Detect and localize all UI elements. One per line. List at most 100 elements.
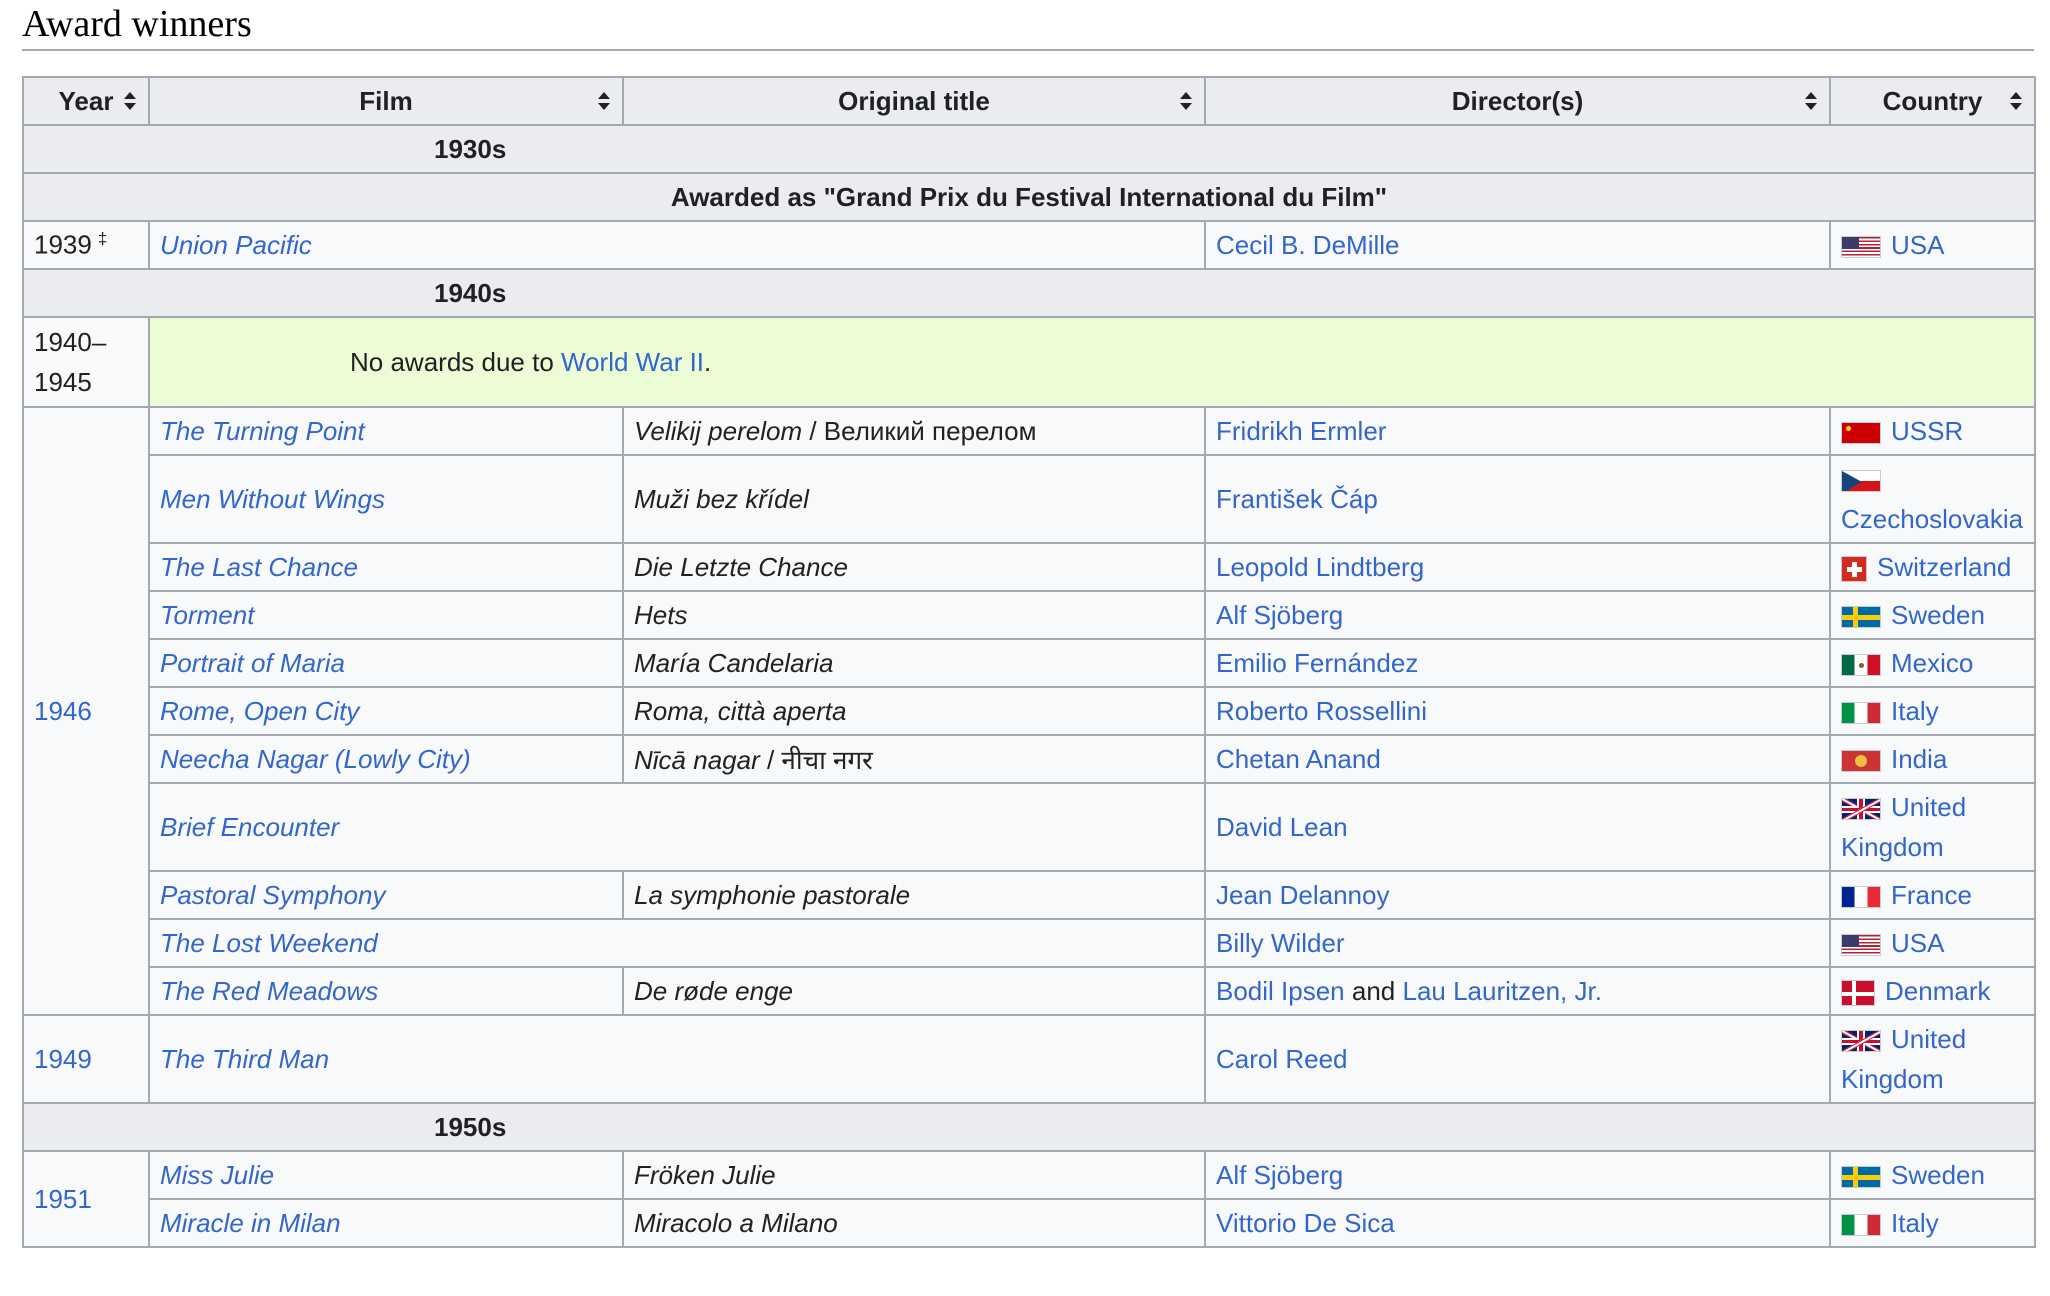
director-link[interactable]: Carol Reed xyxy=(1216,1044,1348,1074)
original-title-cell: Fröken Julie xyxy=(622,1150,1206,1200)
film-cell: Torment xyxy=(148,590,624,640)
director-link[interactable]: Emilio Fernández xyxy=(1216,648,1418,678)
director-link[interactable]: Fridrikh Ermler xyxy=(1216,416,1386,446)
country-cell: Sweden xyxy=(1829,1150,2036,1200)
director-cell: František Čáp xyxy=(1204,454,1831,544)
director-link[interactable]: Bodil Ipsen xyxy=(1216,976,1345,1006)
director-cell: David Lean xyxy=(1204,782,1831,872)
country-link[interactable]: Sweden xyxy=(1891,600,1985,630)
table-row: 1951 Miss Julie Fröken Julie Alf Sjöberg… xyxy=(22,1150,2036,1248)
director-link[interactable]: Cecil B. DeMille xyxy=(1216,230,1400,260)
france-flag-icon xyxy=(1841,886,1881,909)
director-cell: Chetan Anand xyxy=(1204,734,1831,784)
country-link[interactable]: USA xyxy=(1891,230,1944,260)
year-cell: 1951 xyxy=(22,1150,150,1248)
column-header-original-title[interactable]: Original title xyxy=(622,76,1206,126)
sort-icon[interactable] xyxy=(598,92,610,110)
director-cell: Vittorio De Sica xyxy=(1204,1198,1831,1248)
film-link[interactable]: Union Pacific xyxy=(160,230,312,260)
column-header-directors[interactable]: Director(s) xyxy=(1204,76,1831,126)
film-link[interactable]: The Red Meadows xyxy=(160,976,378,1006)
denmark-flag-icon xyxy=(1841,980,1875,1007)
film-link[interactable]: Brief Encounter xyxy=(160,812,339,842)
country-link[interactable]: Italy xyxy=(1891,1208,1939,1238)
year-link[interactable]: 1949 xyxy=(34,1044,92,1074)
country-cell: India xyxy=(1829,734,2036,784)
table-row: Men Without Wings Muži bez křídel Franti… xyxy=(23,454,2036,544)
original-title-alt: / नीचा नगर xyxy=(759,745,873,775)
film-link[interactable]: The Third Man xyxy=(160,1044,329,1074)
table-row: 1949 The Third Man Carol Reed United Kin… xyxy=(22,1014,2036,1104)
decade-cell: 1950s xyxy=(22,1102,2036,1152)
film-link[interactable]: Neecha Nagar (Lowly City) xyxy=(160,744,471,774)
film-cell: The Lost Weekend xyxy=(148,918,1206,968)
ussr-flag-icon xyxy=(1841,422,1881,445)
film-link[interactable]: Portrait of Maria xyxy=(160,648,345,678)
country-link[interactable]: USSR xyxy=(1891,416,1963,446)
italy-flag-icon xyxy=(1841,702,1881,725)
director-link[interactable]: David Lean xyxy=(1216,812,1348,842)
film-cell: Portrait of Maria xyxy=(148,638,624,688)
original-title-alt: / Великий перелом xyxy=(802,415,1037,446)
film-link[interactable]: The Lost Weekend xyxy=(160,928,378,958)
country-link[interactable]: France xyxy=(1891,880,1972,910)
column-header-country[interactable]: Country xyxy=(1829,76,2036,126)
country-link[interactable]: Switzerland xyxy=(1877,552,2011,582)
dagger-mark: ‡ xyxy=(97,229,108,249)
director-link[interactable]: Alf Sjöberg xyxy=(1216,600,1343,630)
director-link[interactable]: Leopold Lindtberg xyxy=(1216,552,1424,582)
italy-flag-icon xyxy=(1841,1214,1881,1237)
director-link[interactable]: Vittorio De Sica xyxy=(1216,1208,1395,1238)
column-header-label: Original title xyxy=(838,85,990,116)
film-link[interactable]: Men Without Wings xyxy=(160,484,385,514)
note-text: No awards due to xyxy=(350,346,562,377)
world-war-ii-link[interactable]: World War II xyxy=(561,347,704,377)
country-link[interactable]: Mexico xyxy=(1891,648,1973,678)
country-cell: France xyxy=(1829,870,2036,920)
country-link[interactable]: Czechoslovakia xyxy=(1841,504,2023,534)
country-cell: Italy xyxy=(1829,1198,2036,1248)
film-link[interactable]: Pastoral Symphony xyxy=(160,880,385,910)
country-cell: Italy xyxy=(1829,686,2036,736)
director-link[interactable]: Roberto Rossellini xyxy=(1216,696,1427,726)
director-cell: Jean Delannoy xyxy=(1204,870,1831,920)
film-link[interactable]: Torment xyxy=(160,600,254,630)
film-link[interactable]: Miracle in Milan xyxy=(160,1208,341,1238)
column-header-label: Year xyxy=(58,85,114,116)
film-cell: The Red Meadows xyxy=(148,966,624,1016)
country-link[interactable]: Denmark xyxy=(1885,976,1990,1006)
director-link[interactable]: Lau Lauritzen, Jr. xyxy=(1402,976,1601,1006)
film-link[interactable]: Rome, Open City xyxy=(160,696,359,726)
sort-icon[interactable] xyxy=(124,92,136,110)
film-link[interactable]: Miss Julie xyxy=(160,1160,274,1190)
country-link[interactable]: USA xyxy=(1891,928,1944,958)
director-link[interactable]: Jean Delannoy xyxy=(1216,880,1389,910)
film-link[interactable]: The Last Chance xyxy=(160,552,358,582)
column-header-year[interactable]: Year xyxy=(22,76,150,126)
original-title: Nīcā nagar xyxy=(634,745,760,775)
film-cell: Pastoral Symphony xyxy=(148,870,624,920)
film-cell: The Turning Point xyxy=(148,406,624,456)
director-cell: Roberto Rossellini xyxy=(1204,686,1831,736)
country-cell: USA xyxy=(1829,918,2036,968)
column-header-film[interactable]: Film xyxy=(148,76,624,126)
original-title-cell: De røde enge xyxy=(622,966,1206,1016)
sort-icon[interactable] xyxy=(1805,92,1817,110)
table-row: 1939 ‡ Union Pacific Cecil B. DeMille USA xyxy=(22,220,2036,270)
director-link[interactable]: Alf Sjöberg xyxy=(1216,1160,1343,1190)
film-cell: Men Without Wings xyxy=(148,454,624,544)
year-cell: 1939 ‡ xyxy=(22,220,150,270)
year-link[interactable]: 1951 xyxy=(34,1184,92,1214)
film-link[interactable]: The Turning Point xyxy=(160,416,365,446)
sort-icon[interactable] xyxy=(2010,92,2022,110)
director-link[interactable]: Billy Wilder xyxy=(1216,928,1345,958)
country-link[interactable]: India xyxy=(1891,744,1947,774)
country-cell: Mexico xyxy=(1829,638,2036,688)
original-title: Velikij perelom xyxy=(634,415,803,446)
director-link[interactable]: Chetan Anand xyxy=(1216,744,1381,774)
sort-icon[interactable] xyxy=(1180,92,1192,110)
country-link[interactable]: Sweden xyxy=(1891,1160,1985,1190)
director-link[interactable]: František Čáp xyxy=(1216,484,1378,514)
country-link[interactable]: Italy xyxy=(1891,696,1939,726)
year-link[interactable]: 1946 xyxy=(34,696,92,726)
